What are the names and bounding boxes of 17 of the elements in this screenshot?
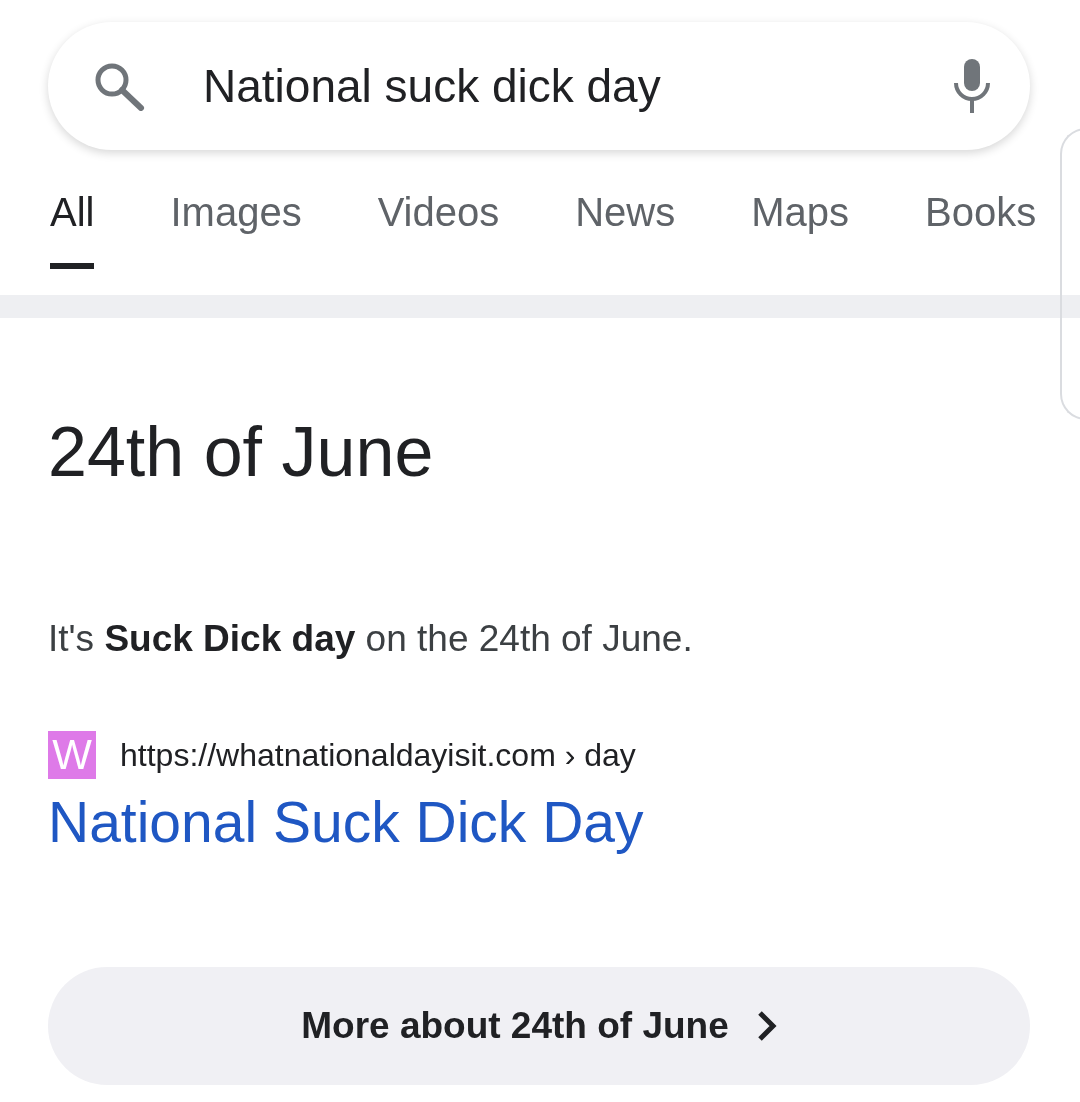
answer-snippet: It's Suck Dick day on the 24th of June. xyxy=(48,617,694,661)
more-about-button[interactable]: More about 24th of June xyxy=(48,967,1030,1085)
search-icon xyxy=(93,61,145,111)
search-tab[interactable]: News xyxy=(575,188,676,269)
answer-heading: 24th of June xyxy=(48,412,435,492)
search-tab[interactable]: Maps xyxy=(751,188,850,269)
result-title-link[interactable]: National Suck Dick Day xyxy=(48,790,644,854)
chevron-right-icon xyxy=(756,1010,777,1042)
search-tab[interactable]: Images xyxy=(170,188,302,269)
search-tab[interactable]: Videos xyxy=(377,188,500,269)
site-favicon: W xyxy=(48,731,96,779)
microphone-icon[interactable] xyxy=(952,59,992,113)
search-query: National suck dick day xyxy=(203,59,662,113)
search-field[interactable]: National suck dick day xyxy=(48,22,1030,150)
search-tab[interactable]: All xyxy=(50,188,95,269)
result-url: https://whatnationaldayisit.com › day xyxy=(120,736,636,774)
search-tab[interactable]: Books xyxy=(925,188,1037,269)
